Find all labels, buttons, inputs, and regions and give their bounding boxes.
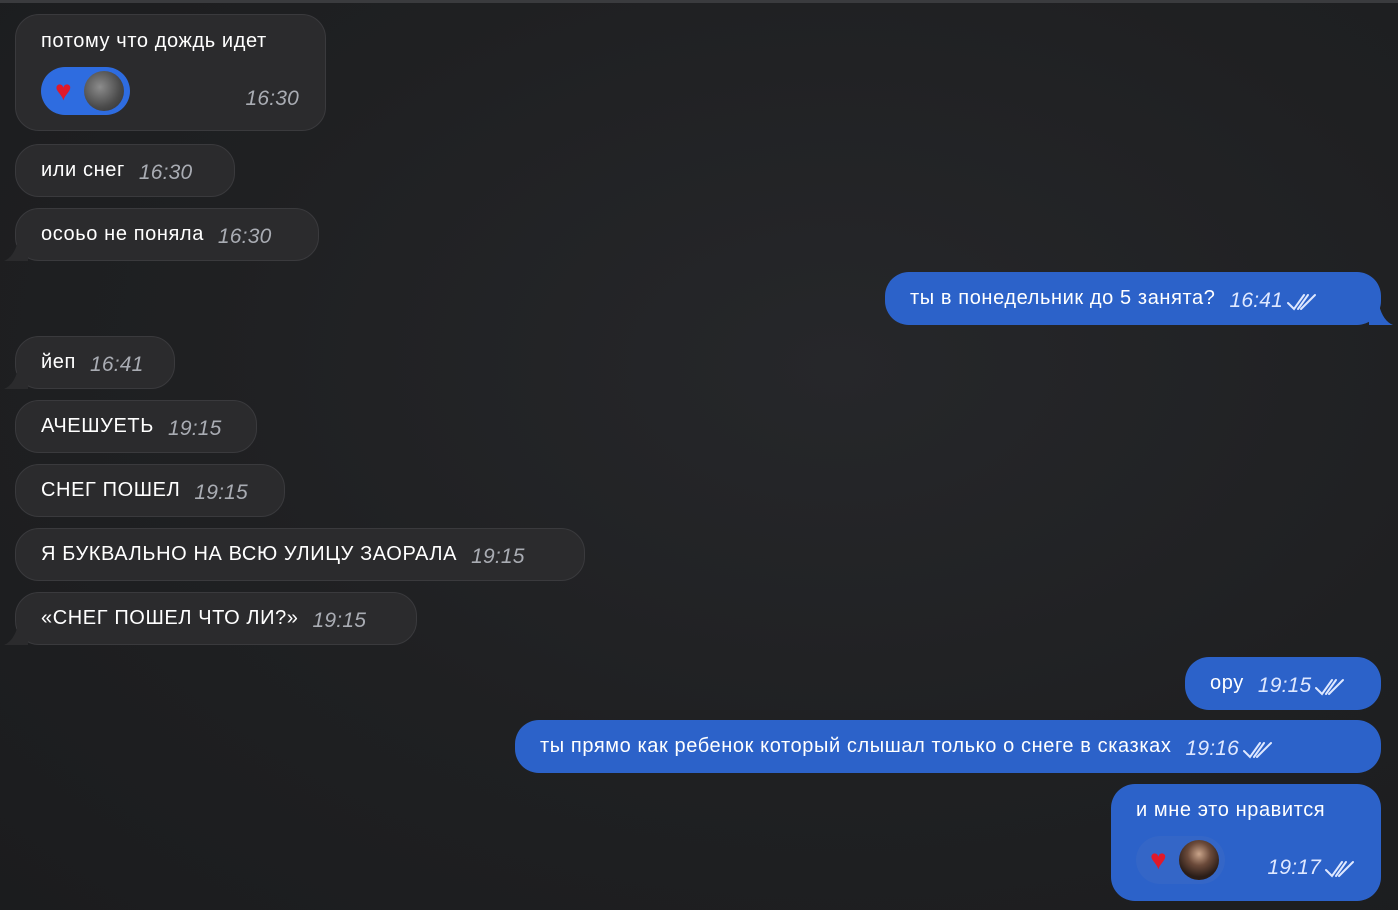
message-bubble-incoming[interactable]: АЧЕШУЕТЬ 19:15 xyxy=(15,400,257,453)
reaction-avatar xyxy=(1179,840,1220,880)
bubble-tail xyxy=(4,625,28,645)
message-text: осоьо не поняла xyxy=(41,223,204,245)
message-bubble-outgoing[interactable]: и мне это нравится ♥ 19:17 xyxy=(1111,784,1381,901)
bubble-tail xyxy=(1369,305,1393,325)
reaction-chip[interactable]: ♥ xyxy=(41,67,131,115)
double-check-icon xyxy=(1287,293,1317,311)
message-bubble-incoming[interactable]: СНЕГ ПОШЕЛ 19:15 xyxy=(15,464,285,517)
message-text: ты в понедельник до 5 занята? xyxy=(910,287,1216,309)
double-check-icon xyxy=(1325,861,1354,878)
message-time: 19:15 xyxy=(312,608,367,632)
heart-icon: ♥ xyxy=(1150,844,1168,875)
message-text: «СНЕГ ПОШЕЛ ЧТО ЛИ?» xyxy=(41,607,299,629)
message-bubble-incoming[interactable]: «СНЕГ ПОШЕЛ ЧТО ЛИ?» 19:15 xyxy=(4,592,417,645)
message-time: 16:30 xyxy=(138,160,193,184)
message-text: СНЕГ ПОШЕЛ xyxy=(41,479,181,501)
message-text: ты прямо как ребенок который слышал толь… xyxy=(540,735,1172,757)
message-text: ору xyxy=(1210,672,1244,694)
message-bubble-incoming[interactable]: потому что дождь идет ♥ 16:30 xyxy=(15,14,326,131)
reaction-avatar xyxy=(84,71,125,111)
message-text: Я БУКВАЛЬНО НА ВСЮ УЛИЦУ ЗАОРАЛА xyxy=(41,543,458,565)
message-bubble-outgoing[interactable]: ору 19:15 xyxy=(1185,657,1381,710)
message-time: 19:15 xyxy=(194,480,248,504)
message-text: или снег xyxy=(41,159,125,181)
message-time: 19:15 xyxy=(167,416,222,440)
bubble-tail xyxy=(4,241,28,261)
message-time: 16:30 xyxy=(217,224,272,248)
message-bubble-incoming[interactable]: осоьо не поняла 16:30 xyxy=(4,208,319,261)
message-bubble-outgoing[interactable]: ты в понедельник до 5 занята? 16:41 xyxy=(885,272,1393,325)
message-time: 19:17 xyxy=(1267,856,1321,879)
message-time: 19:15 xyxy=(471,544,525,568)
double-check-icon xyxy=(1243,741,1272,759)
message-bubble-incoming[interactable]: или снег 16:30 xyxy=(15,144,235,197)
message-text: АЧЕШУЕТЬ xyxy=(41,415,154,437)
chat-history: потому что дождь идет ♥ 16:30 или снег 1… xyxy=(0,0,1398,910)
message-text: и мне это нравится xyxy=(1136,799,1326,821)
message-text: потому что дождь идет xyxy=(41,30,267,52)
reaction-chip[interactable]: ♥ xyxy=(1136,836,1226,884)
message-time: 16:41 xyxy=(89,352,144,376)
message-time: 16:41 xyxy=(1229,288,1284,312)
message-bubble-incoming[interactable]: йеп 16:41 xyxy=(4,336,175,389)
bubble-tail xyxy=(4,369,28,389)
message-bubble-outgoing[interactable]: ты прямо как ребенок который слышал толь… xyxy=(515,720,1381,773)
heart-icon: ♥ xyxy=(55,75,73,106)
message-bubble-incoming[interactable]: Я БУКВАЛЬНО НА ВСЮ УЛИЦУ ЗАОРАЛА 19:15 xyxy=(15,528,585,581)
message-time: 19:16 xyxy=(1185,736,1239,760)
double-check-icon xyxy=(1315,678,1345,696)
message-time: 16:30 xyxy=(245,87,299,110)
message-text: йеп xyxy=(41,351,76,373)
message-time: 19:15 xyxy=(1257,673,1312,697)
